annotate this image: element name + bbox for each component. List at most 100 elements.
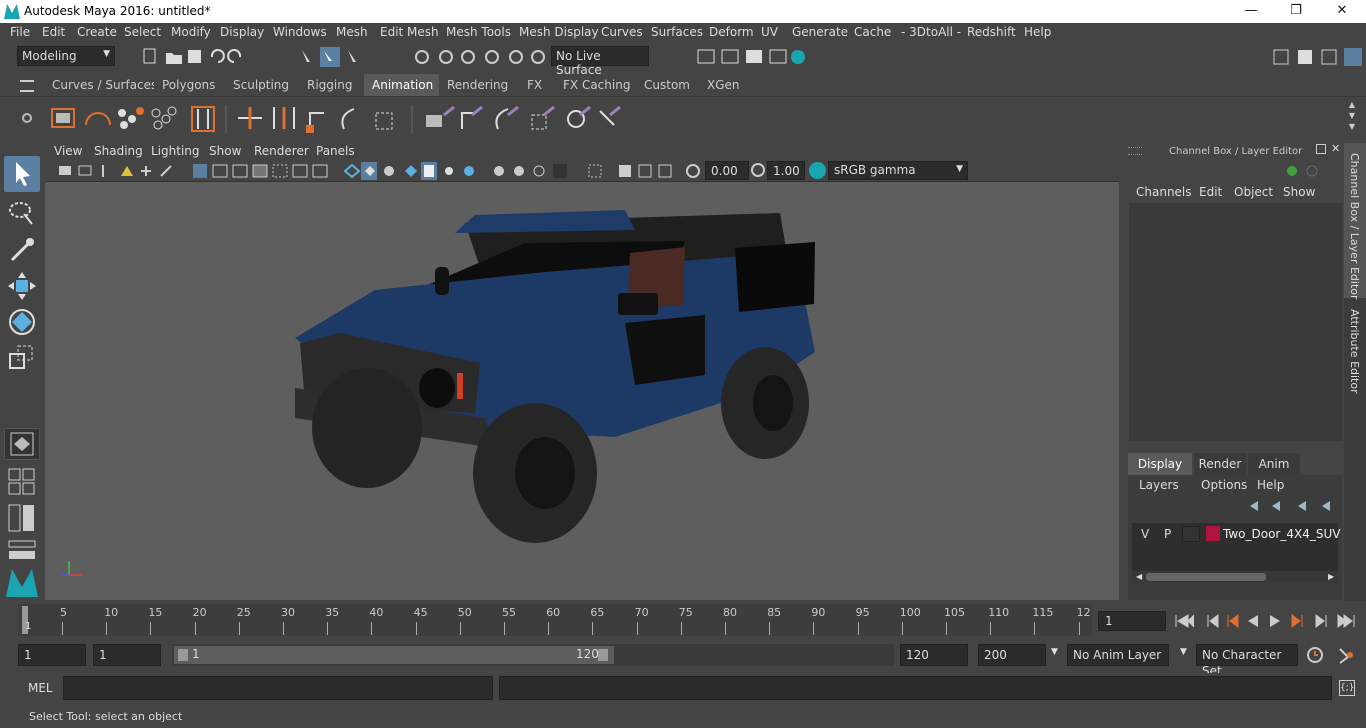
shelf-tab-fx[interactable]: FX	[519, 74, 551, 96]
select-tool-button[interactable]	[4, 156, 40, 192]
shelf-tab-xgen[interactable]: XGen	[699, 74, 748, 96]
paint-select-tool-icon[interactable]	[6, 234, 38, 266]
scroll-left-icon[interactable]: ◀	[1136, 572, 1142, 581]
render-tools-icons[interactable]	[694, 47, 814, 67]
shelf-settings-icon[interactable]	[22, 113, 32, 123]
shelf-tab-animation[interactable]: Animation	[364, 74, 442, 96]
cb-menu-object[interactable]: Object	[1234, 185, 1273, 199]
shelf-tab-sculpting[interactable]: Sculpting	[225, 74, 298, 96]
menu-generate[interactable]: Generate	[792, 25, 848, 39]
live-surface-field[interactable]: No Live Surface	[551, 46, 649, 77]
menu-mesh-display[interactable]: Mesh Display	[519, 25, 599, 39]
vp-menu-view[interactable]: View	[54, 144, 82, 158]
character-set-dropdown[interactable]: No Character Set	[1196, 644, 1298, 678]
menu-edit[interactable]: Edit	[42, 25, 65, 39]
vp-menu-show[interactable]: Show	[209, 144, 241, 158]
layer-visibility-toggle[interactable]: V	[1141, 527, 1149, 541]
close-button[interactable]: ✕	[1319, 0, 1365, 23]
shelf-tab-polygons[interactable]: Polygons	[154, 74, 224, 96]
script-editor-icon[interactable]: {;}	[1339, 680, 1355, 696]
side-by-side-layout-icon[interactable]	[8, 504, 36, 532]
current-frame-field[interactable]: 1	[1098, 611, 1166, 631]
layer-row[interactable]: V P Two_Door_4X4_SUV	[1132, 523, 1340, 545]
outliner-layout-icon[interactable]	[8, 540, 36, 560]
cb-menu-show[interactable]: Show	[1283, 185, 1315, 199]
menu-3dtoall[interactable]: - 3DtoAll -	[901, 25, 961, 39]
shelf-tab-rigging[interactable]: Rigging	[299, 74, 361, 96]
mel-input[interactable]	[63, 676, 493, 700]
scale-tool-icon[interactable]	[6, 342, 38, 374]
playback-prefs-icons[interactable]	[1304, 645, 1362, 665]
vp-menu-panels[interactable]: Panels	[316, 144, 355, 158]
file-tools-icons[interactable]	[140, 47, 260, 67]
menu-modify[interactable]: Modify	[171, 25, 211, 39]
playback-controls[interactable]	[1172, 611, 1362, 631]
menu-surfaces[interactable]: Surfaces	[651, 25, 703, 39]
four-view-layout-icon[interactable]	[8, 468, 36, 496]
menu-mesh-tools[interactable]: Mesh Tools	[446, 25, 511, 39]
menu-curves[interactable]: Curves	[601, 25, 643, 39]
gamma-field[interactable]: 1.00	[767, 161, 805, 180]
mode-selector[interactable]: Modeling ▼	[17, 46, 115, 66]
menu-file[interactable]: File	[10, 25, 30, 39]
menu-deform[interactable]: Deform	[709, 25, 754, 39]
side-tab-channel-box[interactable]: Channel Box / Layer Editor	[1344, 143, 1366, 300]
playback-start-field[interactable]: 1	[93, 644, 161, 666]
layer-menu-layers[interactable]: Layers	[1139, 478, 1179, 492]
maximize-button[interactable]: ❐	[1273, 0, 1319, 23]
menu-uv[interactable]: UV	[761, 25, 778, 39]
layer-tab-display[interactable]: Display	[1128, 453, 1192, 475]
layer-color-swatch[interactable]	[1206, 526, 1220, 541]
anim-end-field[interactable]: 200	[978, 644, 1046, 666]
anim-layer-dropdown[interactable]: No Anim Layer	[1067, 644, 1169, 666]
menu-edit-mesh[interactable]: Edit Mesh	[380, 25, 439, 39]
vp-menu-renderer[interactable]: Renderer	[254, 144, 309, 158]
viewport-tool-icons[interactable]	[55, 162, 705, 180]
menu-help[interactable]: Help	[1024, 25, 1051, 39]
layer-tab-render[interactable]: Render	[1194, 453, 1246, 475]
anim-start-field[interactable]: 1	[18, 644, 86, 666]
range-slider[interactable]: 1 120	[172, 644, 894, 666]
mel-label[interactable]: MEL	[28, 681, 53, 695]
shelf-tab-custom[interactable]: Custom	[636, 74, 698, 96]
close-panel-icon[interactable]: ✕	[1331, 142, 1340, 155]
range-min-grip[interactable]	[178, 649, 188, 661]
time-slider-track[interactable]: 1 5 10 15 20 25 30 35 40 45 50 55 60 65 70 75 80 85 90 95 1…	[18, 604, 1092, 636]
vp-menu-lighting[interactable]: Lighting	[151, 144, 200, 158]
shelf-scroll-arrows[interactable]: ▲ ▼ ▼	[1346, 99, 1358, 135]
single-perspective-layout-button[interactable]	[4, 428, 40, 460]
layer-create-icons[interactable]	[1246, 497, 1338, 515]
menu-select[interactable]: Select	[124, 25, 161, 39]
menu-windows[interactable]: Windows	[273, 25, 327, 39]
float-panel-icon[interactable]	[1316, 144, 1326, 154]
menu-create[interactable]: Create	[77, 25, 117, 39]
scroll-thumb[interactable]	[1146, 573, 1266, 581]
layer-menu-help[interactable]: Help	[1257, 478, 1284, 492]
minimize-button[interactable]: —	[1228, 0, 1274, 23]
move-tool-icon[interactable]	[6, 270, 38, 302]
layer-playback-toggle[interactable]: P	[1164, 527, 1171, 541]
workspace-layout-icons[interactable]	[1270, 46, 1366, 68]
layer-type-toggle[interactable]	[1182, 526, 1200, 542]
selection-mode-icons[interactable]	[296, 47, 366, 67]
layer-tab-anim[interactable]: Anim	[1248, 453, 1300, 475]
maya-home-icon[interactable]	[4, 565, 40, 599]
playback-end-field[interactable]: 120	[900, 644, 968, 666]
channel-list-area[interactable]	[1129, 203, 1342, 441]
3d-scene-view[interactable]: persp	[45, 183, 1119, 634]
lasso-tool-icon[interactable]	[6, 198, 38, 230]
animation-shelf-tools[interactable]	[44, 101, 644, 135]
chevron-down-icon[interactable]: ▼	[1180, 647, 1187, 657]
cb-menu-channels[interactable]: Channels	[1136, 185, 1192, 199]
scroll-right-icon[interactable]: ▶	[1328, 572, 1334, 581]
chevron-down-icon[interactable]: ▼	[1051, 647, 1058, 657]
channel-box-toggle-icons[interactable]	[1284, 163, 1328, 179]
range-max-grip[interactable]	[598, 649, 608, 661]
exposure-field[interactable]: 0.00	[705, 161, 749, 180]
layer-menu-options[interactable]: Options	[1201, 478, 1247, 492]
side-tab-attribute-editor[interactable]: Attribute Editor	[1344, 305, 1366, 400]
shelf-menu-icon[interactable]	[20, 80, 34, 92]
menu-mesh[interactable]: Mesh	[336, 25, 368, 39]
cb-menu-edit[interactable]: Edit	[1199, 185, 1222, 199]
menu-redshift[interactable]: Redshift	[967, 25, 1016, 39]
